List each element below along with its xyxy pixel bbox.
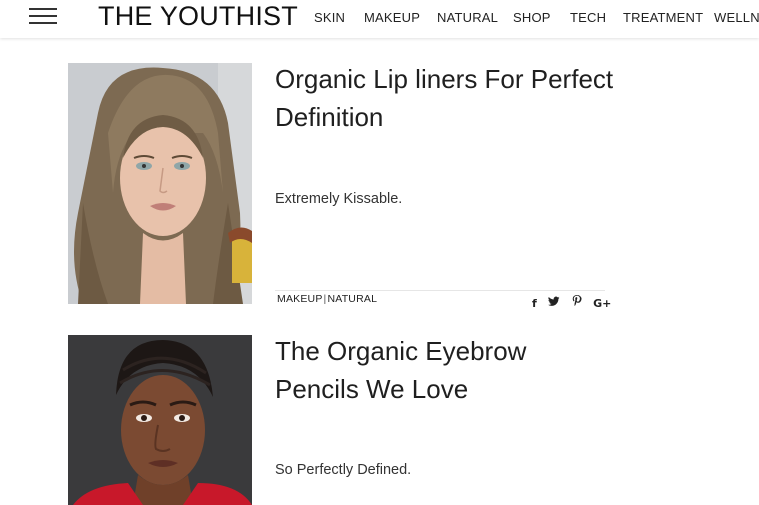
- share-buttons: f G+: [532, 294, 618, 310]
- facebook-icon[interactable]: f: [532, 297, 537, 310]
- nav-item-skin[interactable]: SKIN: [314, 10, 345, 25]
- nav-item-makeup[interactable]: MAKEUP: [364, 10, 420, 25]
- article-excerpt: So Perfectly Defined.: [275, 462, 412, 478]
- main-nav: SKIN MAKEUP NATURAL SHOP TECH TREATMENT …: [0, 10, 759, 30]
- twitter-icon[interactable]: [548, 296, 560, 310]
- pinterest-icon[interactable]: [572, 295, 582, 310]
- article-title[interactable]: The Organic Eyebrow Pencils We Love: [275, 332, 615, 408]
- nav-item-treatment[interactable]: TREATMENT: [623, 10, 703, 25]
- nav-item-shop[interactable]: SHOP: [513, 10, 551, 25]
- category-link-makeup[interactable]: MAKEUP: [277, 293, 323, 305]
- category-link-natural[interactable]: NATURAL: [327, 293, 377, 305]
- article-thumbnail[interactable]: [68, 335, 252, 505]
- nav-item-wellness[interactable]: WELLNE: [714, 10, 759, 25]
- article-thumbnail[interactable]: [68, 63, 252, 304]
- article-categories: MAKEUP|NATURAL: [277, 293, 377, 305]
- site-header: THE YOUTHIST SKIN MAKEUP NATURAL SHOP TE…: [0, 0, 759, 38]
- google-plus-icon[interactable]: G+: [593, 297, 611, 310]
- divider: [275, 290, 605, 291]
- article-excerpt: Extremely Kissable.: [275, 191, 403, 207]
- nav-item-natural[interactable]: NATURAL: [437, 10, 498, 25]
- article-title[interactable]: Organic Lip liners For Perfect Definitio…: [275, 60, 615, 136]
- nav-item-tech[interactable]: TECH: [570, 10, 606, 25]
